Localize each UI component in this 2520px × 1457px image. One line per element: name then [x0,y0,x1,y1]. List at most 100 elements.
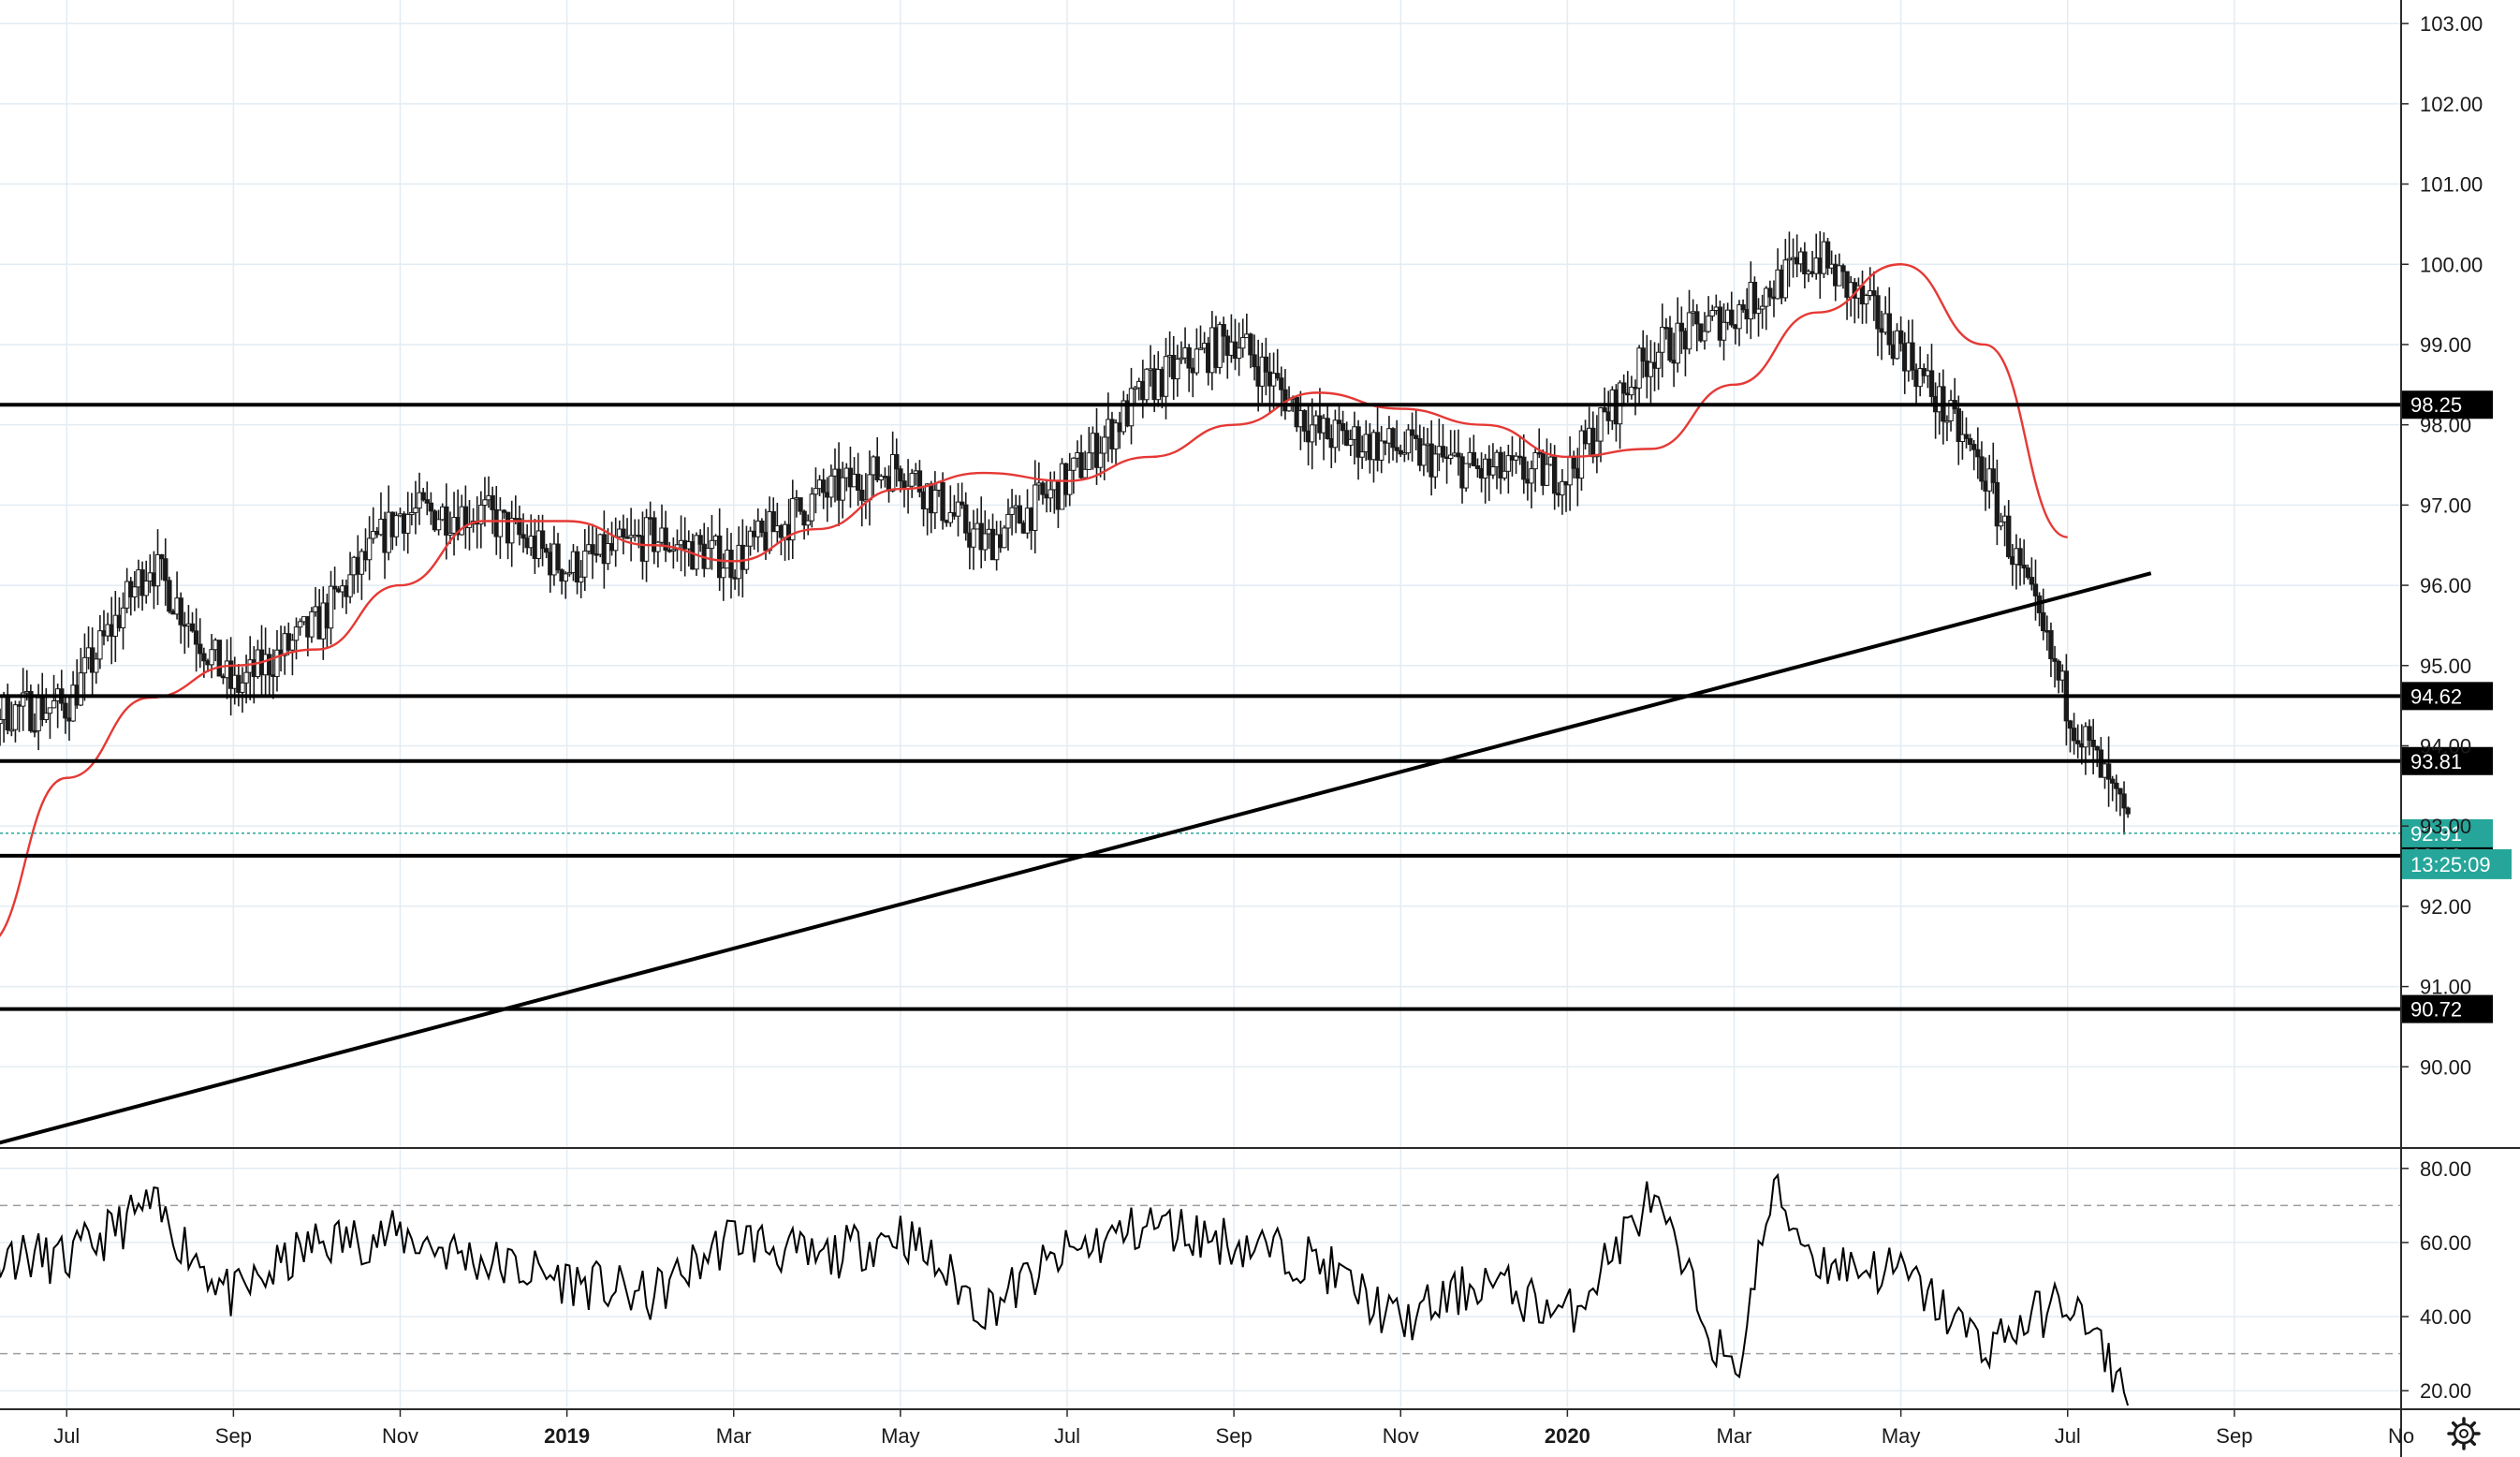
candle[interactable] [366,537,373,561]
candle[interactable] [1840,265,1846,272]
candle[interactable] [309,611,315,638]
candle[interactable] [2121,793,2127,809]
candle[interactable] [1102,436,1107,454]
candle[interactable] [940,481,945,522]
candle[interactable] [1544,464,1550,486]
candle[interactable] [1979,456,1985,482]
candle[interactable] [1440,446,1446,458]
candle[interactable] [1409,429,1415,436]
candle[interactable] [1502,470,1507,478]
candle[interactable] [2125,807,2131,815]
candle[interactable] [81,656,88,674]
candle[interactable] [178,597,183,625]
candle[interactable] [1706,315,1711,332]
candle[interactable] [201,653,207,662]
candle[interactable] [51,699,57,709]
candle[interactable] [932,489,938,514]
candle[interactable] [963,504,969,534]
candle[interactable] [267,654,272,676]
candle[interactable] [1033,484,1038,531]
candle[interactable] [1390,428,1396,449]
candle[interactable] [709,539,715,550]
candle[interactable] [94,658,99,673]
candle[interactable] [1194,348,1200,374]
candle[interactable] [1686,312,1692,350]
candle[interactable] [1971,444,1977,450]
candle[interactable] [1086,452,1092,470]
candle[interactable] [1144,368,1150,401]
candle[interactable] [120,607,126,628]
candle[interactable] [1097,452,1104,468]
candle[interactable] [5,694,10,731]
candle[interactable] [2048,630,2054,659]
candle[interactable] [1275,373,1281,379]
candle[interactable] [898,468,903,482]
candle[interactable] [1082,468,1088,478]
candle[interactable] [189,623,196,632]
candle[interactable] [894,453,900,470]
candle[interactable] [544,548,549,553]
candle[interactable] [1667,327,1673,361]
candle[interactable] [497,509,504,537]
candle[interactable] [424,499,430,504]
candle[interactable] [1975,449,1981,458]
candle[interactable] [971,528,976,548]
candle[interactable] [1071,457,1077,471]
candle[interactable] [582,551,588,578]
candle[interactable] [1359,451,1365,458]
candle[interactable] [1551,456,1558,494]
candle[interactable] [2110,778,2116,784]
candle[interactable] [1598,407,1604,442]
candle[interactable] [293,626,300,641]
candle[interactable] [1221,324,1226,337]
candle[interactable] [1694,311,1700,325]
candle[interactable] [240,682,245,693]
candle[interactable] [2067,720,2073,729]
candle[interactable] [1175,359,1180,380]
candle[interactable] [209,649,214,666]
candle[interactable] [1571,455,1576,469]
candle[interactable] [1897,330,1904,345]
candle[interactable] [1521,456,1527,480]
candle[interactable] [982,533,989,551]
candle[interactable] [2041,611,2046,632]
candle[interactable] [1463,463,1469,489]
candle[interactable] [809,493,815,522]
candle[interactable] [1067,469,1073,495]
candle[interactable] [828,475,834,498]
candle[interactable] [855,473,861,492]
candle[interactable] [198,643,203,655]
candle[interactable] [2075,740,2081,744]
candle[interactable] [1702,331,1707,342]
candle[interactable] [0,718,3,725]
candle[interactable] [1301,410,1308,432]
candle[interactable] [721,567,726,579]
candle[interactable] [697,535,703,545]
candle[interactable] [1332,419,1339,449]
candle[interactable] [132,586,138,597]
candle[interactable] [539,530,546,550]
candle[interactable] [143,580,149,596]
candle[interactable] [289,640,296,651]
candle[interactable] [1755,308,1762,315]
candle[interactable] [805,520,811,526]
candle[interactable] [405,513,411,534]
candle[interactable] [193,630,199,645]
candle[interactable] [1721,321,1727,341]
candle[interactable] [759,520,765,534]
candle[interactable] [428,502,434,512]
candle[interactable] [63,702,68,719]
candle[interactable] [1998,521,2004,527]
candle[interactable] [1279,377,1284,390]
candle[interactable] [728,550,734,579]
candle[interactable] [1128,388,1135,427]
candle[interactable] [490,494,495,510]
candle[interactable] [1729,309,1735,326]
candle[interactable] [12,704,19,730]
candle[interactable] [1394,447,1399,451]
candle[interactable] [2094,745,2100,751]
gear-icon[interactable] [2447,1417,2481,1450]
candle[interactable] [1413,434,1419,439]
candle[interactable] [1871,290,1877,297]
candle[interactable] [555,543,561,571]
